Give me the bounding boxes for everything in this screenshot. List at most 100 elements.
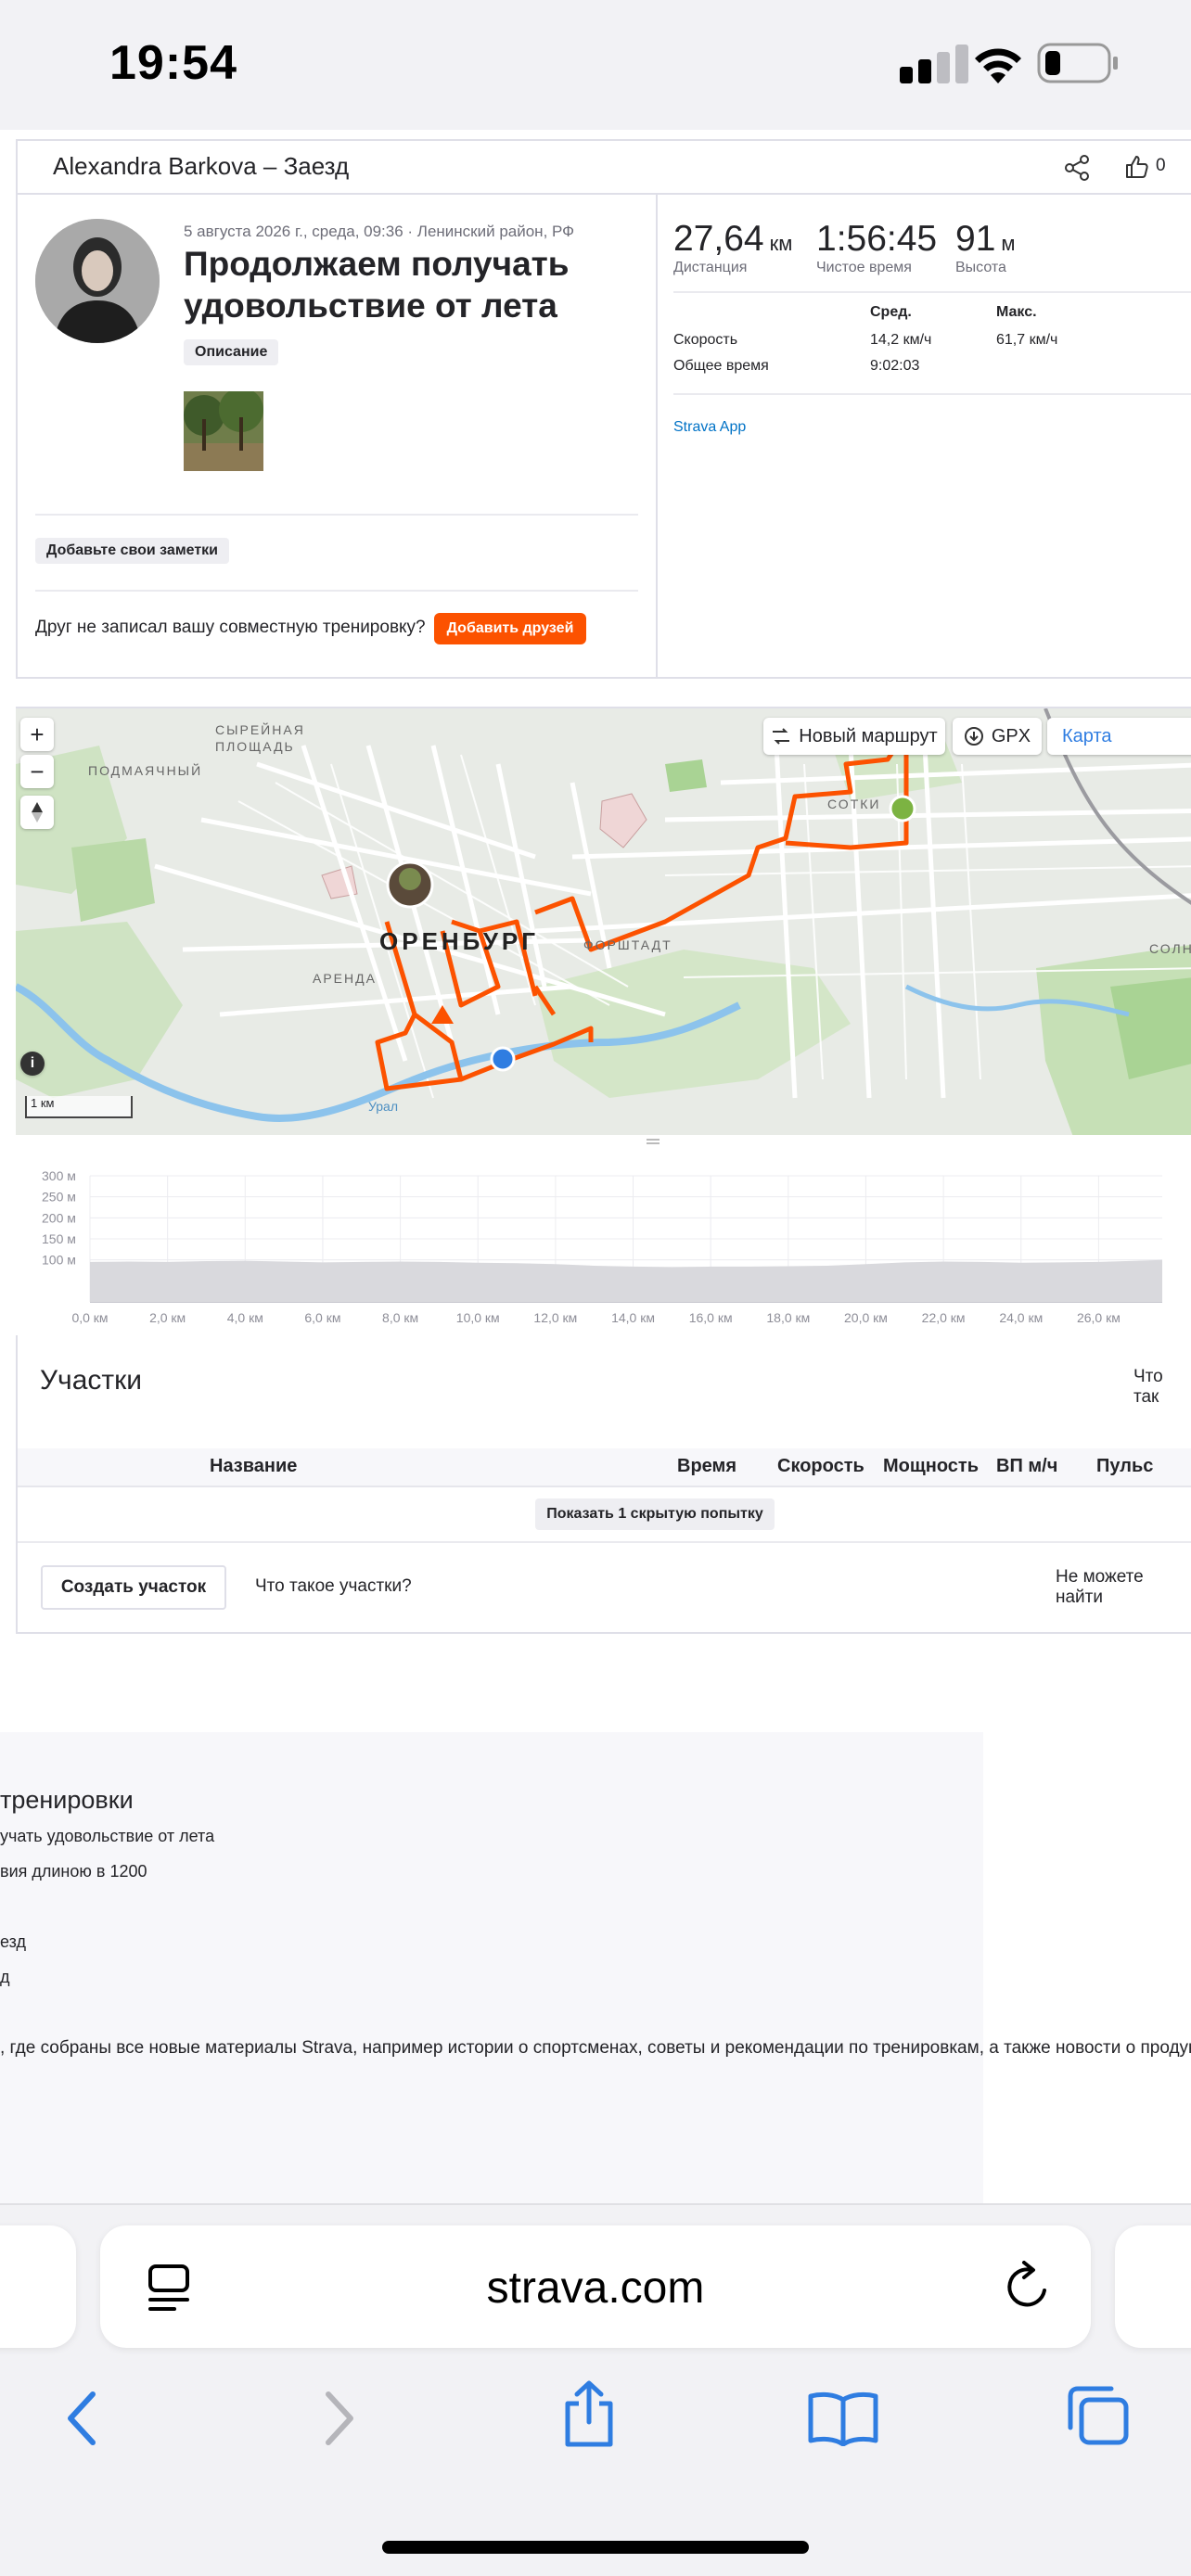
- home-indicator: [382, 2541, 809, 2554]
- map-label: ФОРШТАДТ: [583, 937, 672, 952]
- add-friends-button[interactable]: Добавить друзей: [434, 613, 586, 644]
- what-are-segments-link[interactable]: Что такое участки?: [255, 1576, 412, 1597]
- y-tick-label: 200 м: [42, 1210, 76, 1225]
- elevation-x-ticks: 0,0 км 2,0 км 4,0 км 6,0 км 8,0 км 10,0 км 12,…: [71, 1310, 1120, 1325]
- elevation-y-ticks: 100 м 150 м 200 м 250 м 300 м: [42, 1168, 76, 1268]
- map-label: ПОДМАЯЧНЫЙ: [88, 762, 202, 778]
- map-label-river: Урал: [368, 1099, 398, 1114]
- x-tick-label: 6,0 км: [304, 1310, 340, 1325]
- kudos-count[interactable]: 0: [1156, 156, 1166, 176]
- photo-marker-thumb: [399, 868, 421, 890]
- x-tick-label: 22,0 км: [922, 1310, 966, 1325]
- map-label: ПЛОЩАДЬ: [215, 739, 295, 754]
- zoom-out-button[interactable]: −: [20, 755, 54, 788]
- col-time[interactable]: Время: [677, 1456, 736, 1477]
- map-label: СЫРЕЙНАЯ: [215, 721, 305, 737]
- activity-meta: 5 августа 2026 г., среда, 09:36 · Ленинс…: [184, 223, 575, 240]
- x-tick-label: 14,0 км: [611, 1310, 655, 1325]
- segments-title: Участки: [40, 1365, 142, 1396]
- x-tick-label: 26,0 км: [1077, 1310, 1121, 1325]
- next-tab-peek[interactable]: [1115, 2225, 1191, 2348]
- speed-label: Скорость: [673, 332, 738, 348]
- elevation-area: [90, 1259, 1162, 1302]
- card-divider: [656, 195, 658, 679]
- route-map[interactable]: ОРЕНБУРГ СЫРЕЙНАЯ ПЛОЩАДЬ ПОДМАЯЧНЫЙ АРЕ…: [16, 707, 1191, 1135]
- col-power[interactable]: Мощность: [883, 1456, 979, 1477]
- footer-heading: тренировки: [0, 1786, 134, 1814]
- y-tick-label: 300 м: [42, 1168, 76, 1183]
- stat-elevation-value: 91 м: [955, 219, 1016, 259]
- map-label-city: ОРЕНБУРГ: [379, 927, 539, 955]
- footer-line: д: [0, 1968, 10, 1986]
- url-text[interactable]: strava.com: [100, 2263, 1091, 2314]
- gpx-button[interactable]: GPX: [953, 718, 1042, 755]
- footer-block: [0, 1732, 983, 2205]
- end-marker: [889, 795, 916, 823]
- elevation-chart: 100 м 150 м 200 м 250 м 300 м 0,0 км 2,0 км 4,…: [42, 1168, 1162, 1325]
- start-marker: [490, 1046, 516, 1072]
- col-avg-header: Сред.: [870, 304, 912, 320]
- footer-line: , где собраны все новые материалы Strava…: [0, 2038, 1191, 2058]
- forward-icon: [326, 2391, 353, 2445]
- bookmarks-icon[interactable]: [807, 2391, 879, 2446]
- stat-moving-time-value: 1:56:45: [816, 219, 938, 259]
- x-tick-label: 18,0 км: [766, 1310, 810, 1325]
- footer-line[interactable]: учать удовольствие от лета: [0, 1827, 214, 1846]
- device-link[interactable]: Strava App: [673, 419, 746, 436]
- stat-elevation-label: Высота: [955, 260, 1006, 275]
- footer-line: вия длиною в 1200: [0, 1862, 147, 1881]
- map-type-select[interactable]: Карта: [1047, 718, 1191, 755]
- section-divider: [35, 514, 638, 516]
- kudos-thumb-icon[interactable]: [1124, 154, 1148, 180]
- map-scale: 1 км: [25, 1096, 133, 1118]
- x-tick-label: 24,0 км: [999, 1310, 1043, 1325]
- map-park: [665, 759, 707, 792]
- stat-distance-value: 27,64 км: [673, 219, 793, 259]
- stats-divider: [673, 291, 1191, 293]
- back-icon[interactable]: [63, 2391, 100, 2446]
- info-icon[interactable]: i: [20, 1052, 45, 1076]
- tabs-icon[interactable]: [1065, 2385, 1130, 2446]
- y-tick-label: 250 м: [42, 1190, 76, 1205]
- new-route-button[interactable]: Новый маршрут: [763, 718, 945, 755]
- show-hidden-effort-button[interactable]: Показать 1 скрытую попытку: [535, 1498, 775, 1530]
- x-tick-label: 8,0 км: [382, 1310, 418, 1325]
- friend-prompt: Друг не записал вашу совместную трениров…: [35, 618, 426, 637]
- create-segment-button[interactable]: Создать участок: [41, 1565, 226, 1610]
- share-icon[interactable]: [1063, 154, 1091, 182]
- col-speed[interactable]: Скорость: [777, 1456, 864, 1477]
- x-tick-label: 12,0 км: [533, 1310, 577, 1325]
- gpx-label: GPX: [991, 725, 1031, 746]
- map-label: СОТКИ: [827, 797, 880, 811]
- add-notes-button[interactable]: Добавьте свои заметки: [35, 538, 230, 564]
- share-sheet-icon[interactable]: [560, 2379, 618, 2448]
- reload-icon[interactable]: [1004, 2261, 1052, 2313]
- x-tick-label: 20,0 км: [844, 1310, 888, 1325]
- description-chip[interactable]: Описание: [184, 339, 279, 365]
- segments-divider: [18, 1541, 1191, 1543]
- previous-tab-peek[interactable]: [0, 2225, 76, 2348]
- stat-distance-label: Дистанция: [673, 260, 748, 275]
- new-route-label: Новый маршрут: [799, 725, 938, 746]
- col-max-header: Макс.: [996, 304, 1037, 320]
- cant-find-link[interactable]: Не можете найти: [1056, 1567, 1191, 1608]
- map-label: СОЛНЕ: [1149, 941, 1191, 956]
- stats-divider: [673, 393, 1191, 395]
- speed-avg: 14,2 км/ч: [870, 332, 932, 348]
- activity-title: Продолжаем получать удовольствие от лета: [184, 245, 570, 325]
- col-heart-rate[interactable]: Пульс: [1096, 1456, 1153, 1477]
- elapsed-time-avg: 9:02:03: [870, 358, 920, 374]
- x-tick-label: 0,0 км: [71, 1310, 108, 1325]
- athlete-avatar[interactable]: [35, 219, 160, 343]
- col-vam[interactable]: ВП м/ч: [996, 1456, 1057, 1477]
- section-divider: [35, 590, 638, 592]
- status-time: 19:54: [109, 36, 237, 90]
- segments-right-link[interactable]: Что так: [1133, 1367, 1191, 1408]
- reset-bearing-button[interactable]: [20, 796, 54, 829]
- zoom-in-button[interactable]: +: [20, 718, 54, 751]
- col-name[interactable]: Название: [210, 1456, 297, 1477]
- x-tick-label: 4,0 км: [227, 1310, 263, 1325]
- activity-photo[interactable]: [184, 391, 263, 471]
- resize-handle[interactable]: [647, 1139, 660, 1144]
- footer-line: езд: [0, 1932, 26, 1951]
